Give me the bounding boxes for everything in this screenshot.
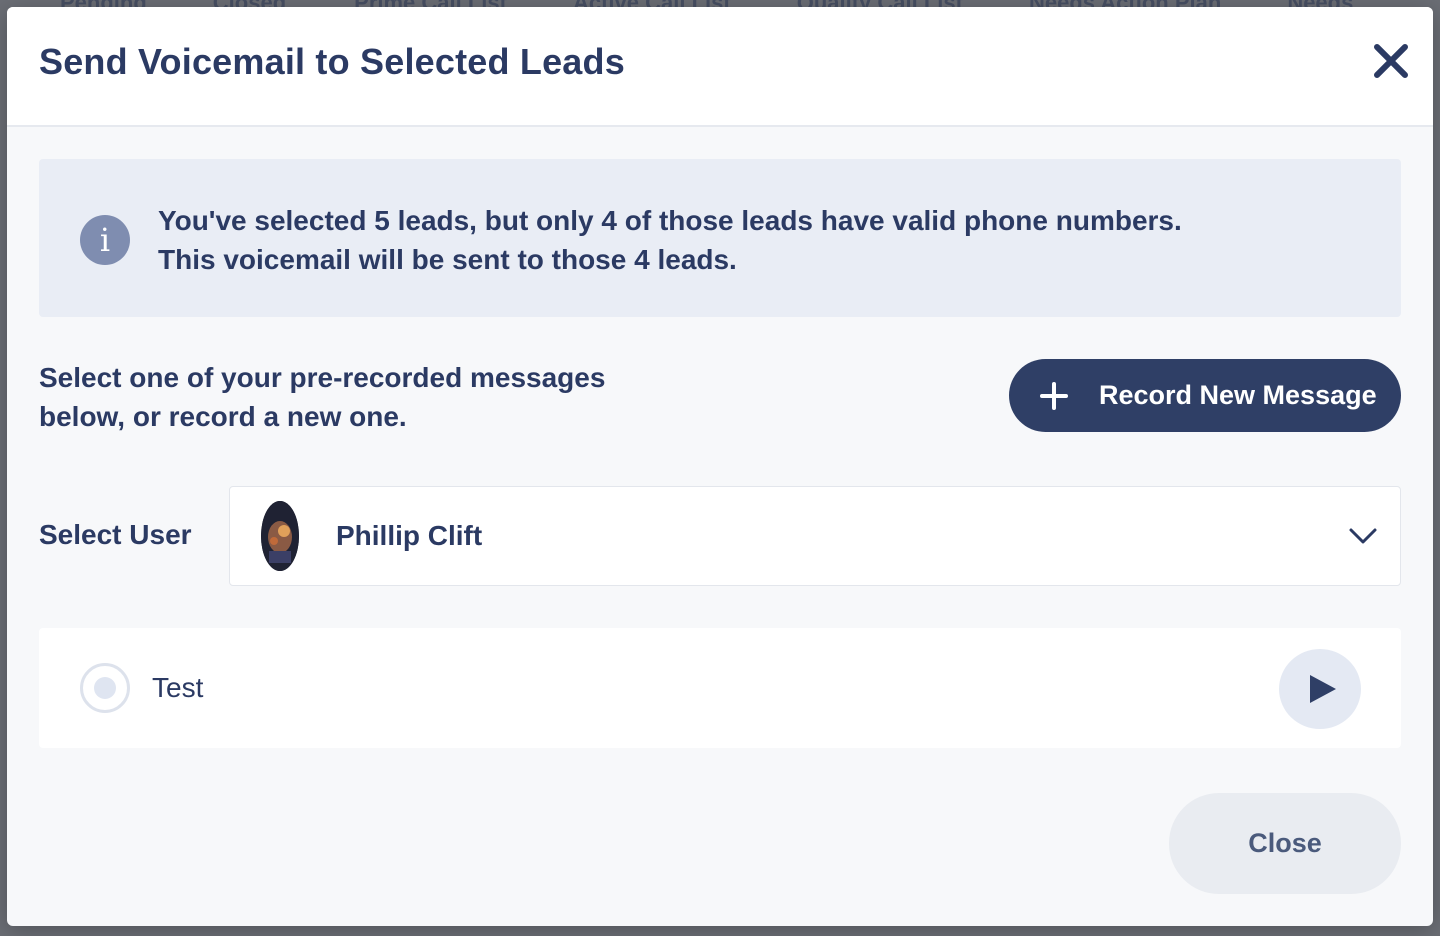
plus-icon xyxy=(1040,381,1068,410)
instructions-text: Select one of your pre-recorded messages… xyxy=(39,358,679,436)
selected-user-name: Phillip Clift xyxy=(336,520,483,551)
info-line-2: This voicemail will be sent to those 4 l… xyxy=(158,244,737,275)
select-user-label: Select User xyxy=(39,519,192,550)
message-label: Test xyxy=(152,672,204,703)
modal-header: Send Voicemail to Selected Leads xyxy=(7,7,1433,127)
record-button-label: Record New Message xyxy=(1099,380,1377,410)
info-line-1: You've selected 5 leads, but only 4 of t… xyxy=(158,205,1182,236)
play-button[interactable] xyxy=(1279,649,1361,729)
info-banner: i You've selected 5 leads, but only 4 of… xyxy=(39,159,1401,317)
close-button[interactable]: Close xyxy=(1169,793,1401,894)
modal-title: Send Voicemail to Selected Leads xyxy=(39,41,625,82)
message-list-item[interactable]: Test xyxy=(39,628,1401,748)
info-icon: i xyxy=(80,215,130,265)
send-voicemail-modal: Send Voicemail to Selected Leads i You'v… xyxy=(7,7,1433,926)
play-icon xyxy=(1310,675,1336,703)
record-new-message-button[interactable]: Record New Message xyxy=(1009,359,1401,432)
info-message: You've selected 5 leads, but only 4 of t… xyxy=(158,201,1358,279)
message-radio[interactable] xyxy=(80,663,130,713)
chevron-down-icon xyxy=(1349,528,1377,544)
instructions-line-1: Select one of your pre-recorded messages xyxy=(39,362,606,393)
instructions-line-2: below, or record a new one. xyxy=(39,401,407,432)
close-icon[interactable] xyxy=(1371,41,1411,81)
user-select-dropdown[interactable]: Phillip Clift xyxy=(229,486,1401,586)
avatar xyxy=(261,501,299,571)
